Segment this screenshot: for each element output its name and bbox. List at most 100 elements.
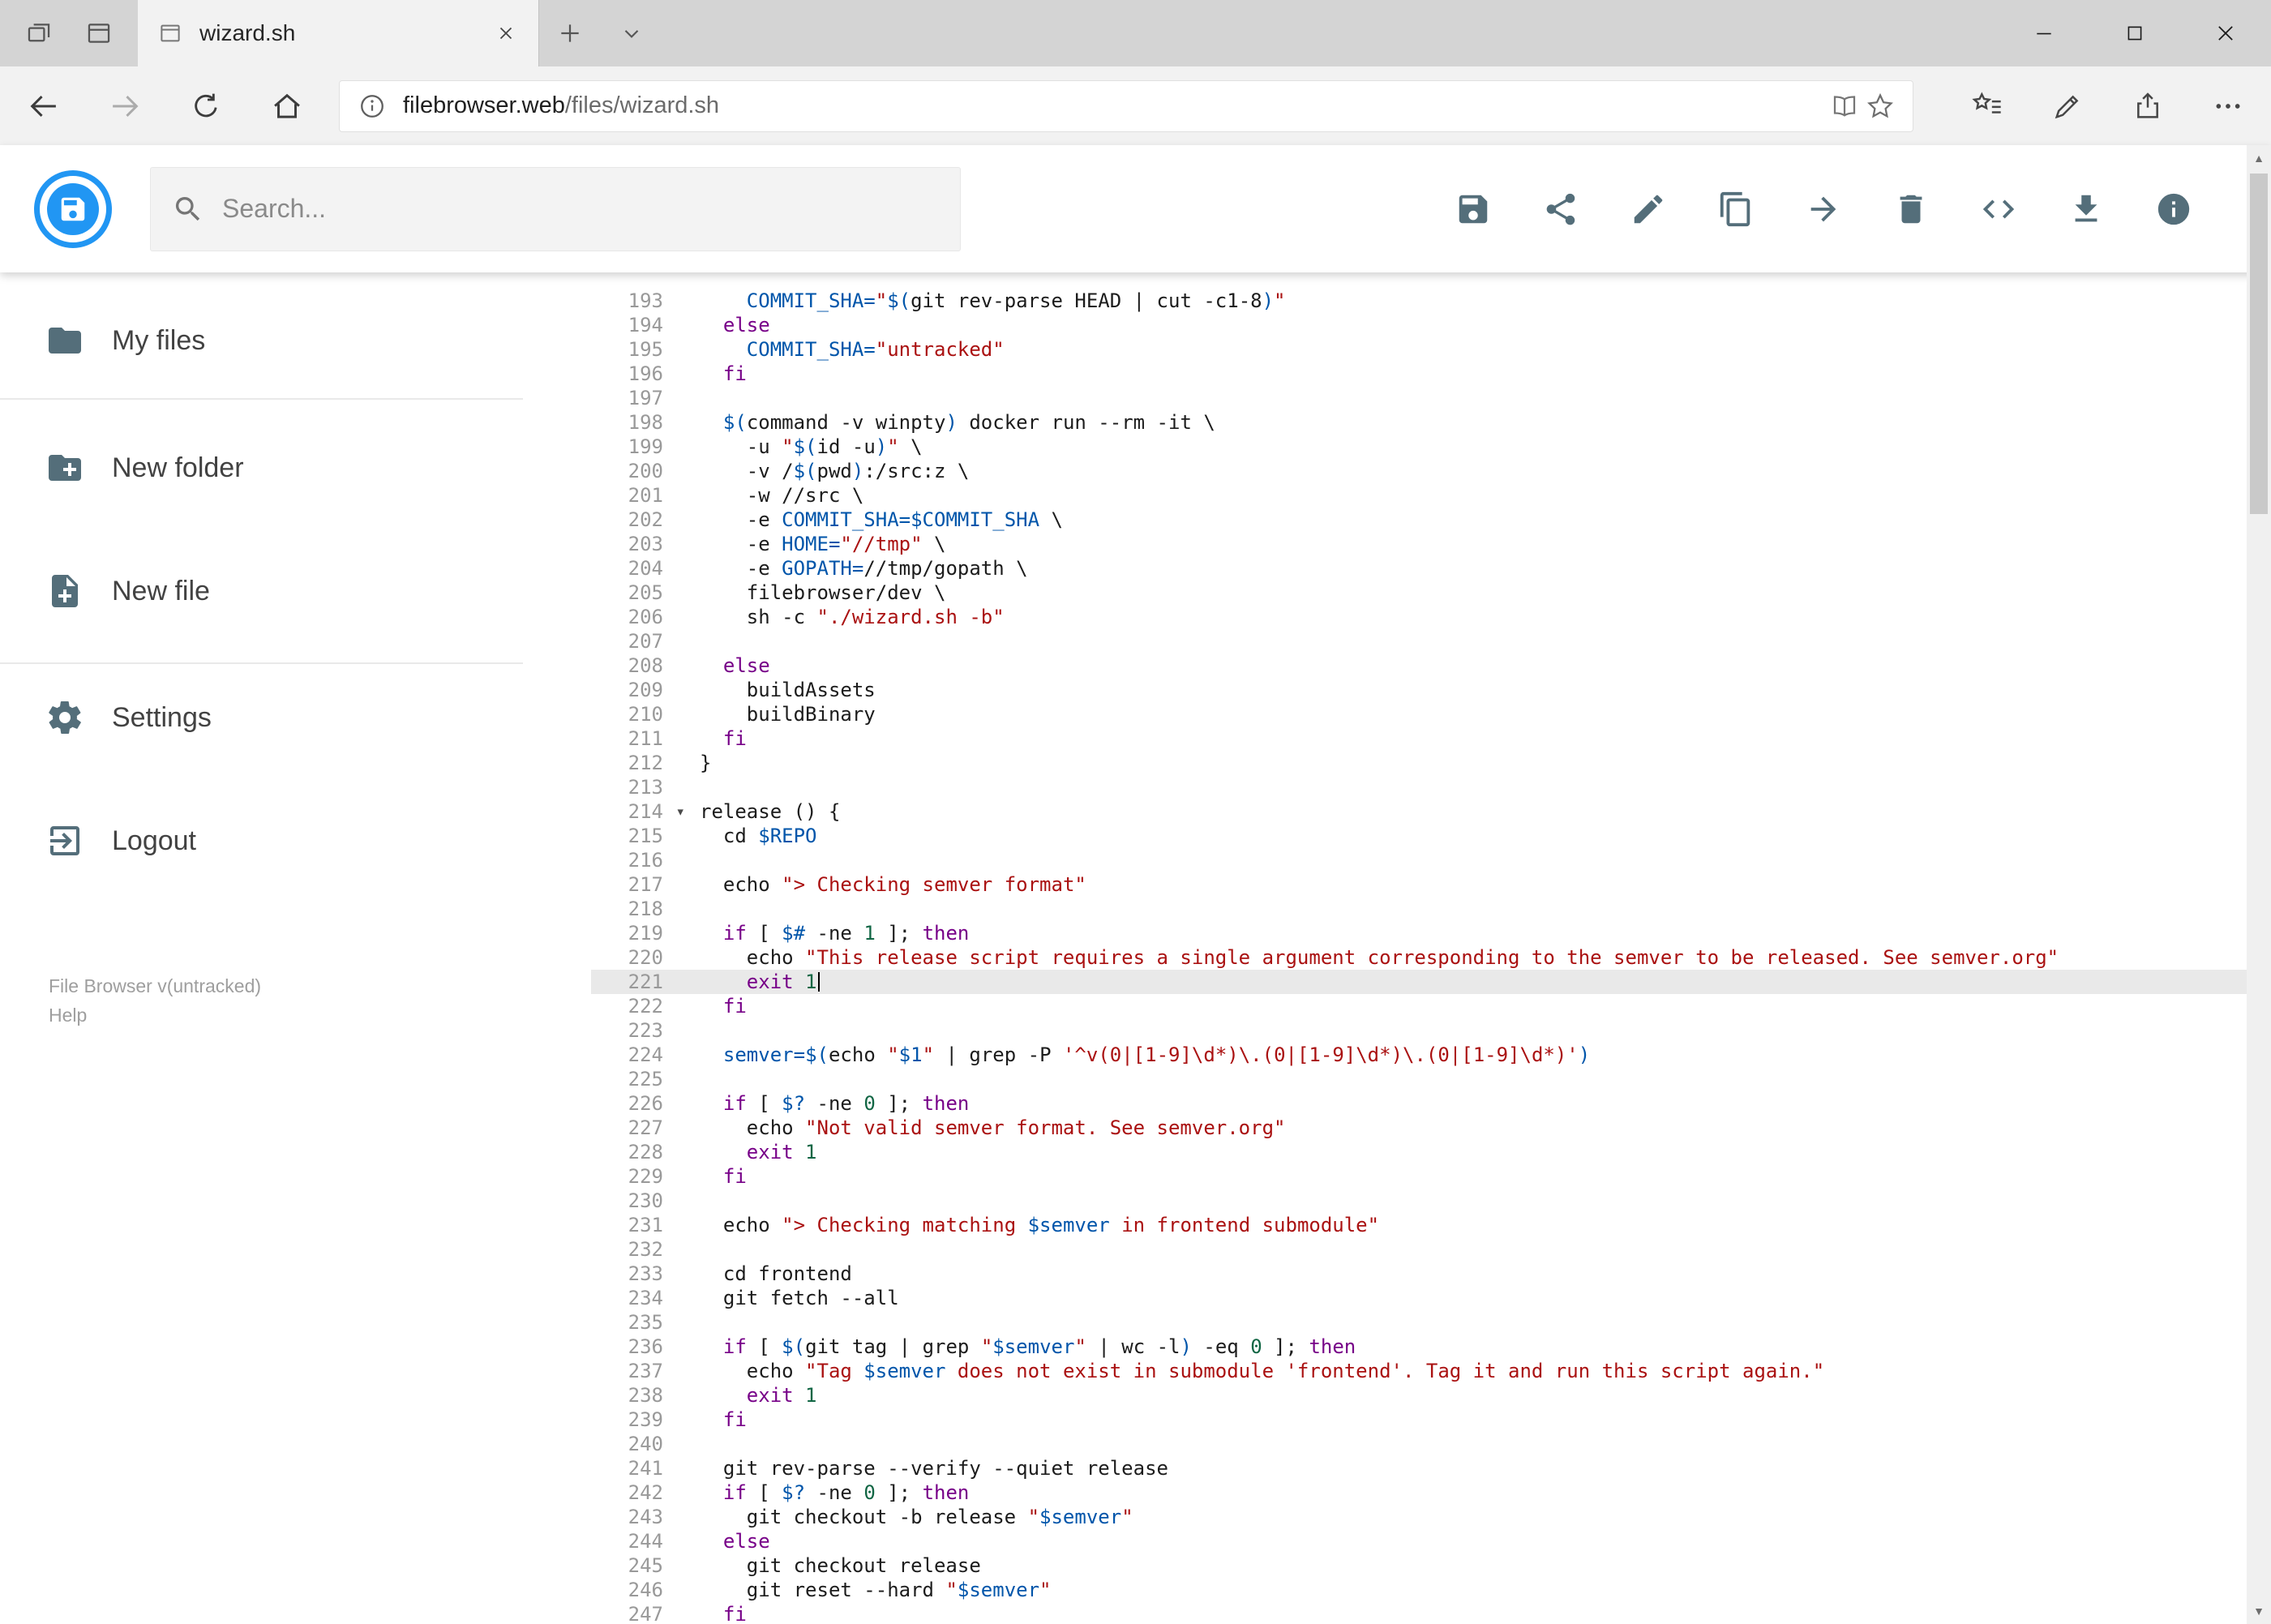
- code-line-215[interactable]: 215 cd $REPO: [591, 824, 2247, 848]
- code-line-224[interactable]: 224 semver=$(echo "$1" | grep -P '^v(0|[…: [591, 1043, 2247, 1067]
- code-line-245[interactable]: 245 git checkout release: [591, 1553, 2247, 1578]
- sidebar-item-my-files[interactable]: My files: [0, 304, 523, 377]
- raw-code-button[interactable]: [1980, 191, 2017, 228]
- code-line-208[interactable]: 208 else: [591, 653, 2247, 678]
- close-button[interactable]: [2180, 0, 2271, 66]
- new-tab-button[interactable]: [539, 0, 601, 66]
- save-button[interactable]: [1455, 191, 1492, 228]
- code-line-226[interactable]: 226 if [ $? -ne 0 ]; then: [591, 1091, 2247, 1116]
- app-logo[interactable]: [34, 169, 112, 248]
- code-line-241[interactable]: 241 git rev-parse --verify --quiet relea…: [591, 1456, 2247, 1480]
- code-line-236[interactable]: 236 if [ $(git tag | grep "$semver" | wc…: [591, 1335, 2247, 1359]
- code-line-237[interactable]: 237 echo "Tag $semver does not exist in …: [591, 1359, 2247, 1383]
- code-line-212[interactable]: 212}: [591, 751, 2247, 775]
- code-line-213[interactable]: 213: [591, 775, 2247, 799]
- code-line-211[interactable]: 211 fi: [591, 726, 2247, 751]
- code-line-196[interactable]: 196 fi: [591, 362, 2247, 386]
- copy-button[interactable]: [1717, 191, 1755, 228]
- refresh-button[interactable]: [170, 71, 242, 142]
- code-line-238[interactable]: 238 exit 1: [591, 1383, 2247, 1408]
- code-line-198[interactable]: 198 $(command -v winpty) docker run --rm…: [591, 410, 2247, 435]
- fold-arrow-icon[interactable]: ▾: [676, 799, 685, 824]
- code-line-247[interactable]: 247 fi: [591, 1602, 2247, 1624]
- code-line-243[interactable]: 243 git checkout -b release "$semver": [591, 1505, 2247, 1529]
- code-line-203[interactable]: 203 -e HOME="//tmp" \: [591, 532, 2247, 556]
- minimize-button[interactable]: [1999, 0, 2089, 66]
- reading-view-icon[interactable]: [1827, 88, 1862, 124]
- maximize-button[interactable]: [2089, 0, 2180, 66]
- scrollbar-thumb[interactable]: [2250, 174, 2268, 514]
- address-bar[interactable]: filebrowser.web/files/wizard.sh: [339, 79, 1913, 132]
- code-line-217[interactable]: 217 echo "> Checking semver format": [591, 872, 2247, 897]
- tab-close-icon[interactable]: [491, 19, 521, 48]
- sidebar-item-settings[interactable]: Settings: [0, 681, 523, 754]
- code-line-232[interactable]: 232: [591, 1237, 2247, 1262]
- hub-favorites-icon[interactable]: [1951, 71, 2024, 142]
- tab-dropdown-button[interactable]: [601, 0, 662, 66]
- code-line-207[interactable]: 207: [591, 629, 2247, 653]
- code-line-242[interactable]: 242 if [ $? -ne 0 ]; then: [591, 1480, 2247, 1505]
- code-line-222[interactable]: 222 fi: [591, 994, 2247, 1018]
- delete-button[interactable]: [1892, 191, 1930, 228]
- search-input[interactable]: [222, 194, 939, 224]
- code-line-227[interactable]: 227 echo "Not valid semver format. See s…: [591, 1116, 2247, 1140]
- share-button[interactable]: [1542, 191, 1579, 228]
- code-line-199[interactable]: 199 -u "$(id -u)" \: [591, 435, 2247, 459]
- code-line-229[interactable]: 229 fi: [591, 1164, 2247, 1189]
- code-line-246[interactable]: 246 git reset --hard "$semver": [591, 1578, 2247, 1602]
- code-line-202[interactable]: 202 -e COMMIT_SHA=$COMMIT_SHA \: [591, 508, 2247, 532]
- code-line-240[interactable]: 240: [591, 1432, 2247, 1456]
- scroll-up-arrow-icon[interactable]: ▲: [2247, 145, 2271, 171]
- move-button[interactable]: [1805, 191, 1842, 228]
- code-line-233[interactable]: 233 cd frontend: [591, 1262, 2247, 1286]
- code-line-234[interactable]: 234 git fetch --all: [591, 1286, 2247, 1310]
- download-button[interactable]: [2067, 191, 2105, 228]
- info-button[interactable]: [2155, 191, 2192, 228]
- browser-tab[interactable]: wizard.sh: [138, 0, 539, 66]
- favorite-star-icon[interactable]: [1862, 88, 1898, 124]
- code-line-228[interactable]: 228 exit 1: [591, 1140, 2247, 1164]
- code-line-209[interactable]: 209 buildAssets: [591, 678, 2247, 702]
- code-line-195[interactable]: 195 COMMIT_SHA="untracked": [591, 337, 2247, 362]
- code-line-216[interactable]: 216: [591, 848, 2247, 872]
- code-line-239[interactable]: 239 fi: [591, 1408, 2247, 1432]
- sidebar-item-logout[interactable]: Logout: [0, 804, 523, 877]
- code-line-194[interactable]: 194 else: [591, 313, 2247, 337]
- code-line-235[interactable]: 235: [591, 1310, 2247, 1335]
- code-line-221[interactable]: 221 exit 1: [591, 970, 2247, 994]
- sidebar-item-new-folder[interactable]: New folder: [0, 431, 523, 504]
- code-line-200[interactable]: 200 -v /$(pwd):/src:z \: [591, 459, 2247, 483]
- code-line-225[interactable]: 225: [591, 1067, 2247, 1091]
- scroll-down-arrow-icon[interactable]: ▼: [2247, 1598, 2271, 1624]
- code-line-193[interactable]: 193 COMMIT_SHA="$(git rev-parse HEAD | c…: [591, 289, 2247, 313]
- code-line-223[interactable]: 223: [591, 1018, 2247, 1043]
- rename-button[interactable]: [1630, 191, 1667, 228]
- code-editor[interactable]: 193 COMMIT_SHA="$(git rev-parse HEAD | c…: [591, 272, 2247, 1624]
- code-line-210[interactable]: 210 buildBinary: [591, 702, 2247, 726]
- code-line-231[interactable]: 231 echo "> Checking matching $semver in…: [591, 1213, 2247, 1237]
- sidebar-item-new-file[interactable]: New file: [0, 555, 523, 628]
- web-notes-icon[interactable]: [2031, 71, 2104, 142]
- back-button[interactable]: [8, 71, 79, 142]
- set-aside-tabs-icon[interactable]: [79, 14, 118, 53]
- forward-button[interactable]: [89, 71, 161, 142]
- code-line-204[interactable]: 204 -e GOPATH=//tmp/gopath \: [591, 556, 2247, 581]
- search-box[interactable]: [150, 166, 961, 251]
- code-line-205[interactable]: 205 filebrowser/dev \: [591, 581, 2247, 605]
- home-button[interactable]: [251, 71, 323, 142]
- code-line-214[interactable]: 214 ▾ release () {: [591, 799, 2247, 824]
- site-info-icon[interactable]: [354, 88, 390, 124]
- code-line-197[interactable]: 197: [591, 386, 2247, 410]
- code-line-218[interactable]: 218: [591, 897, 2247, 921]
- code-line-206[interactable]: 206 sh -c "./wizard.sh -b": [591, 605, 2247, 629]
- code-line-230[interactable]: 230: [591, 1189, 2247, 1213]
- page-scrollbar[interactable]: ▲ ▼: [2247, 145, 2271, 1624]
- code-line-219[interactable]: 219 if [ $# -ne 1 ]; then: [591, 921, 2247, 945]
- help-link[interactable]: Help: [49, 1001, 523, 1030]
- tab-preview-icon[interactable]: [19, 14, 58, 53]
- more-options-icon[interactable]: [2192, 71, 2265, 142]
- share-icon[interactable]: [2111, 71, 2184, 142]
- code-line-244[interactable]: 244 else: [591, 1529, 2247, 1553]
- code-line-220[interactable]: 220 echo "This release script requires a…: [591, 945, 2247, 970]
- code-line-201[interactable]: 201 -w //src \: [591, 483, 2247, 508]
